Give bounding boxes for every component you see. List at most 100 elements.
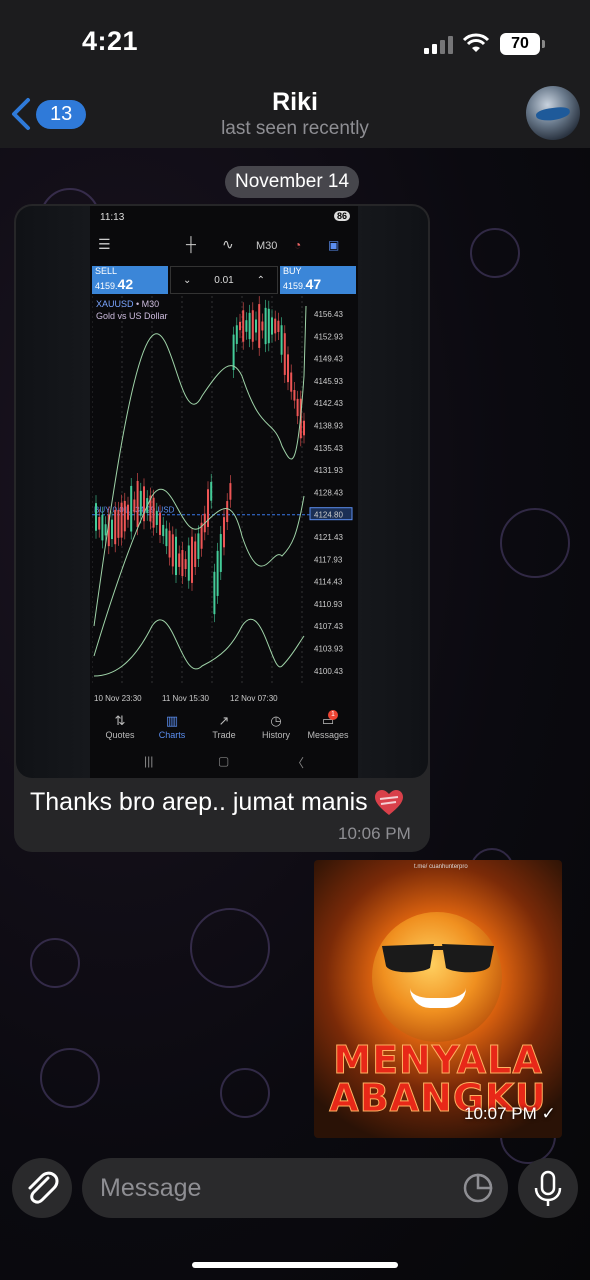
attach-button[interactable]: [12, 1158, 72, 1218]
candle-body: [248, 312, 251, 340]
candle-body: [293, 390, 296, 401]
price-tick: 4110.93: [314, 600, 343, 609]
candle-body: [229, 483, 232, 500]
heart-emoji-icon: [374, 790, 403, 816]
candle-body: [235, 325, 238, 344]
symbol-info: XAUUSD • M30 Gold vs US Dollar: [96, 299, 168, 321]
tab-history: ◷ History: [261, 713, 290, 740]
price-tick: 4121.43: [314, 533, 343, 542]
candle-body: [219, 534, 222, 572]
candle-body: [271, 317, 273, 335]
incoming-message-bubble[interactable]: 11:13 86 ☰ ┼ ∿ M30 ◔ ▣ SELL 4159.42 ⌄ 0.…: [14, 204, 430, 852]
candle-body: [123, 500, 126, 532]
candle-body: [171, 534, 174, 567]
tab-quotes: ⇅ Quotes: [105, 713, 135, 740]
candle-body: [139, 490, 142, 516]
candle-body: [133, 499, 136, 513]
price-tick: 4149.43: [314, 355, 343, 364]
candle-body: [232, 334, 235, 371]
recents-icon: |||: [144, 754, 154, 768]
tab-charts: ▥ Charts: [158, 713, 186, 740]
date-tick: 11 Nov 15:30: [162, 694, 210, 703]
candle-body: [255, 319, 257, 333]
candle-body: [184, 559, 187, 570]
crosshair-icon: ┼: [186, 236, 196, 252]
candle-body: [114, 509, 117, 545]
price-tick: 4100.43: [314, 667, 343, 676]
candle-body: [280, 325, 283, 355]
candle-body: [187, 545, 190, 581]
candle-body: [191, 536, 193, 583]
voice-record-button[interactable]: [518, 1158, 578, 1218]
trade-panel: SELL 4159.42 ⌄ 0.01 ⌃ BUY 4159.47: [90, 266, 358, 294]
candle-body: [101, 514, 104, 541]
price-tick: 4152.93: [314, 332, 343, 341]
candle-body: [261, 321, 264, 331]
chevron-up-icon: ⌃: [256, 275, 265, 286]
price-tick: 4117.93: [314, 555, 343, 564]
message-input[interactable]: Message: [82, 1158, 508, 1218]
candle-body: [181, 550, 184, 577]
candle-body: [303, 420, 305, 436]
candle-body: [210, 481, 213, 501]
candle-body: [162, 524, 165, 537]
home-indicator: [192, 1262, 398, 1268]
candle-body: [178, 553, 181, 567]
outgoing-image-message[interactable]: t.me/ cuanhunterpro MENYALA ABANGKU: [314, 860, 562, 1138]
clock: 4:21: [82, 26, 139, 56]
contact-status: last seen recently: [221, 118, 369, 139]
price-tick: 4156.43: [314, 310, 343, 319]
candle-body: [136, 480, 139, 528]
price-tick: 4145.93: [314, 377, 343, 386]
menu-icon: ☰: [98, 236, 111, 252]
screenshot-toolbar: ☰ ┼ ∿ M30 ◔ ▣: [90, 232, 358, 262]
candle-body: [283, 333, 286, 375]
sell-button: SELL 4159.42: [92, 266, 168, 294]
candle-body: [197, 533, 200, 559]
status-bar: 4:21 70: [0, 0, 590, 80]
candle-body: [277, 320, 280, 333]
candle-body: [264, 307, 267, 345]
checkmark-icon: ✓: [541, 1104, 556, 1123]
candle-body: [258, 304, 261, 348]
candle-body: [245, 320, 248, 332]
candle-body: [296, 398, 299, 417]
candle-body: [168, 530, 171, 558]
price-tick: 4142.43: [314, 399, 343, 408]
candle-body: [117, 509, 120, 538]
messages-badge: 1: [328, 710, 338, 720]
sun-face: [372, 912, 502, 1042]
cycle-icon: ◔: [294, 238, 302, 252]
battery-tip: [542, 40, 545, 48]
tab-trade: ↗ Trade: [212, 713, 236, 740]
outgoing-message-time: 10:07 PM ✓: [464, 1104, 556, 1123]
candle-body: [251, 310, 254, 342]
avatar[interactable]: [526, 86, 580, 140]
candle-body: [98, 516, 101, 530]
screenshot-image[interactable]: 11:13 86 ☰ ┼ ∿ M30 ◔ ▣ SELL 4159.42 ⌄ 0.…: [16, 206, 428, 778]
date-tick: 12 Nov 07:30: [230, 694, 278, 703]
candle-body: [155, 510, 158, 525]
home-icon: ▢: [218, 754, 230, 768]
candle-body: [152, 497, 155, 528]
candle-body: [95, 503, 97, 531]
indicator-icon: ∿: [222, 236, 234, 252]
candle-body: [223, 517, 225, 548]
candle-body: [216, 550, 219, 596]
price-tick: 4128.43: [314, 488, 343, 497]
price-tick: 4114.43: [314, 578, 343, 587]
chat-header: 13 Riki last seen recently: [0, 80, 590, 148]
price-tick: 4138.93: [314, 422, 343, 431]
battery-indicator: 70: [500, 33, 540, 55]
wifi-icon: [462, 33, 490, 52]
candle-body: [213, 571, 216, 615]
price-tick: 4107.43: [314, 622, 343, 631]
candle-body: [130, 485, 133, 532]
candle-body: [165, 528, 168, 547]
message-placeholder: Message: [100, 1174, 202, 1202]
candle-body: [290, 372, 293, 392]
sticker-icon[interactable]: [462, 1172, 494, 1204]
back-icon: 〈: [292, 756, 305, 770]
cellular-signal-icon: [424, 36, 454, 54]
contact-name[interactable]: Riki: [0, 88, 590, 117]
